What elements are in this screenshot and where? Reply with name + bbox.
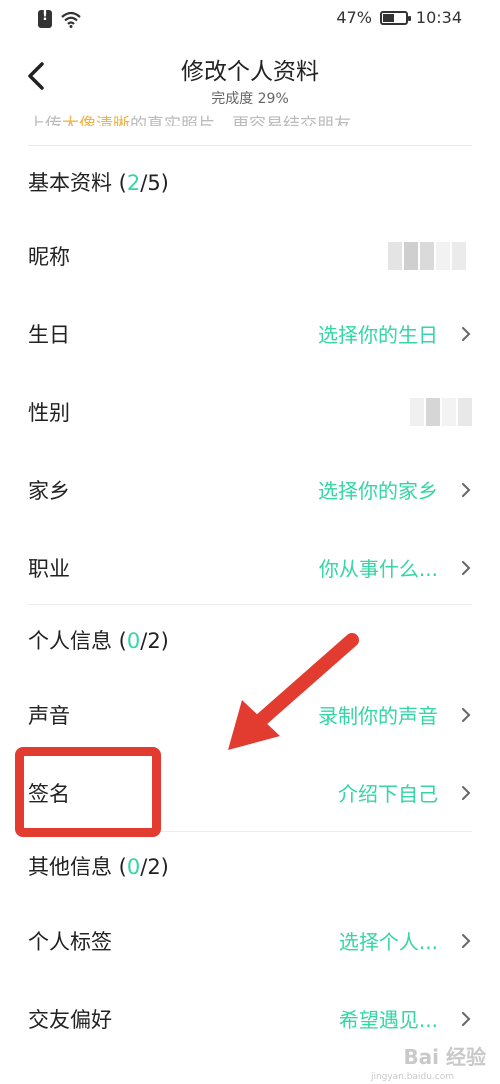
battery-icon bbox=[379, 10, 411, 25]
row-nickname[interactable]: 昵称 bbox=[0, 217, 500, 295]
wifi-icon bbox=[61, 11, 81, 28]
section-other-label: 其他信息 bbox=[28, 855, 112, 879]
section-personal-count: 0 bbox=[126, 629, 141, 653]
section-other-title: 其他信息 (0/2) bbox=[28, 851, 169, 881]
photo-hint: 上传大像清晰的真实照片，更容易结交朋友 bbox=[28, 106, 478, 126]
section-personal-title: 个人信息 (0/2) bbox=[28, 625, 169, 655]
chevron-right-icon bbox=[462, 708, 471, 722]
photo-hint-text: 上传大像清晰的真实照片，更容易结交朋友 bbox=[28, 110, 351, 126]
row-voice-label: 声音 bbox=[28, 704, 70, 728]
chevron-right-icon bbox=[462, 1012, 471, 1026]
row-birthday-label: 生日 bbox=[28, 323, 70, 347]
row-gender[interactable]: 性别 bbox=[0, 373, 500, 451]
nickname-blurred-value bbox=[388, 242, 466, 270]
nav-header: 修改个人资料 完成度 29% bbox=[0, 40, 500, 110]
chevron-right-icon bbox=[462, 327, 471, 341]
status-right: 47% 10:34 bbox=[336, 8, 462, 27]
annotation-highlight-box bbox=[15, 747, 161, 837]
row-birthday[interactable]: 生日 选择你的生日 bbox=[0, 295, 500, 373]
row-birthday-value: 选择你的生日 bbox=[318, 323, 438, 347]
section-personal-label: 个人信息 bbox=[28, 629, 112, 653]
section-personal-total: /2) bbox=[140, 629, 169, 653]
row-tags-value: 选择个人... bbox=[338, 930, 438, 954]
completion-text: 完成度 29% bbox=[211, 91, 289, 107]
clock: 10:34 bbox=[415, 8, 462, 27]
status-bar: 47% 10:34 bbox=[0, 0, 500, 40]
section-basic-paren: ( bbox=[112, 171, 127, 195]
section-other-paren: ( bbox=[112, 855, 127, 879]
battery-percent: 47% bbox=[336, 8, 372, 27]
chevron-right-icon bbox=[462, 934, 471, 948]
row-job-value: 你从事什么... bbox=[318, 557, 438, 581]
section-other-total: /2) bbox=[140, 855, 169, 879]
status-left bbox=[38, 9, 82, 28]
section-personal-paren: ( bbox=[112, 629, 127, 653]
divider bbox=[28, 604, 472, 605]
chevron-right-icon bbox=[462, 561, 471, 575]
row-job-label: 职业 bbox=[28, 557, 70, 581]
page-title: 修改个人资料 bbox=[181, 59, 319, 85]
watermark-logo: Bai 经验 bbox=[403, 1045, 486, 1069]
section-basic-label: 基本资料 bbox=[28, 171, 112, 195]
row-preference-label: 交友偏好 bbox=[28, 1008, 112, 1032]
row-signature-value: 介绍下自己 bbox=[338, 782, 438, 806]
divider bbox=[28, 145, 472, 146]
sim-alert-icon bbox=[38, 9, 52, 28]
row-tags[interactable]: 个人标签 选择个人... bbox=[0, 902, 500, 980]
watermark-url: jingyan.baidu.com bbox=[370, 1072, 454, 1082]
hint-after: 的真实照片，更容易结交朋友 bbox=[130, 115, 351, 126]
hint-highlight: 大像清晰 bbox=[62, 115, 130, 126]
chevron-right-icon bbox=[462, 786, 471, 800]
annotation-arrow-icon bbox=[228, 633, 359, 750]
row-tags-label: 个人标签 bbox=[28, 930, 112, 954]
section-basic-title: 基本资料 (2/5) bbox=[28, 167, 169, 197]
hint-before: 上传 bbox=[28, 115, 62, 126]
row-hometown[interactable]: 家乡 选择你的家乡 bbox=[0, 451, 500, 529]
section-other-count: 0 bbox=[126, 855, 141, 879]
row-gender-label: 性别 bbox=[28, 401, 70, 425]
row-nickname-label: 昵称 bbox=[28, 245, 70, 269]
section-basic-total: /5) bbox=[140, 171, 169, 195]
page: 47% 10:34 修改个人资料 完成度 29% 上传大像清晰的真实照片，更容易… bbox=[0, 0, 500, 1084]
row-hometown-value: 选择你的家乡 bbox=[318, 479, 438, 503]
row-hometown-label: 家乡 bbox=[28, 479, 70, 503]
section-basic-count: 2 bbox=[126, 171, 141, 195]
chevron-right-icon bbox=[462, 483, 471, 497]
row-preference-value: 希望遇见... bbox=[338, 1008, 438, 1032]
row-job[interactable]: 职业 你从事什么... bbox=[0, 529, 500, 607]
gender-blurred-value bbox=[410, 398, 472, 426]
